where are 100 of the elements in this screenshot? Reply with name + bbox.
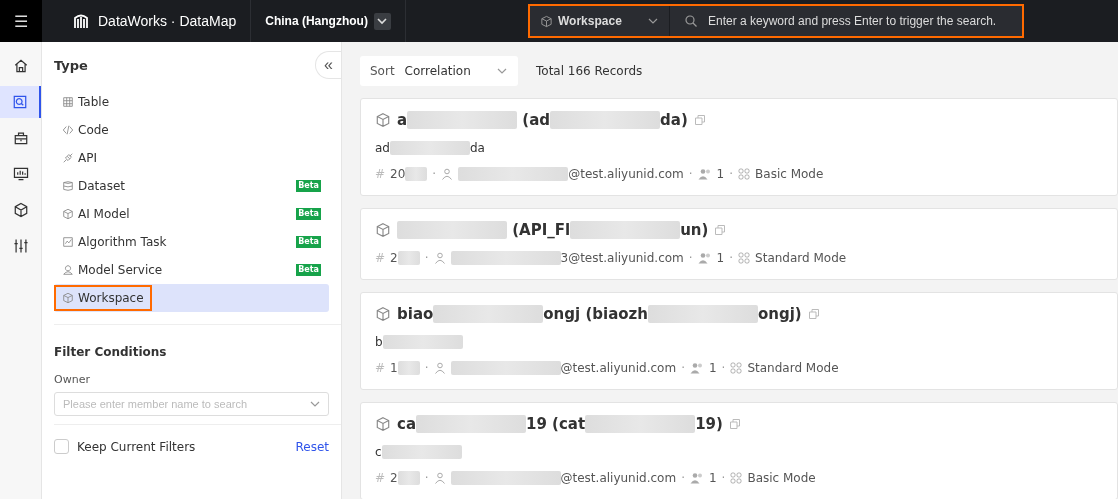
workspace-name: ca 19 (cat 19) — [397, 415, 723, 433]
code-icon — [62, 124, 74, 136]
type-item-label: Workspace — [54, 285, 152, 311]
type-item-label: AI Model — [54, 201, 138, 227]
plug-icon — [62, 152, 74, 164]
workspace-mode: Basic Mode — [755, 167, 824, 181]
type-item-label: API — [54, 145, 105, 171]
hash-mark: # — [375, 167, 386, 181]
product-title: DataWorks · DataMap — [98, 13, 237, 29]
type-item-label: Table — [54, 89, 118, 115]
workspace-mode: Standard Mode — [747, 361, 839, 375]
separator-dot: · — [424, 471, 429, 485]
member-count: 1 — [708, 471, 717, 485]
person-icon — [62, 264, 74, 276]
beta-badge: Beta — [296, 208, 321, 220]
table-icon — [62, 96, 74, 108]
workspace-id: 2 — [390, 471, 420, 485]
type-item-label: Code — [54, 117, 117, 143]
type-item[interactable]: API — [54, 144, 329, 172]
workspace-id: 2 — [390, 251, 420, 265]
type-heading: Type — [54, 57, 88, 73]
separator-dot: · — [688, 167, 693, 181]
grid-icon — [738, 168, 751, 180]
workspace-name: a (ad da) — [397, 111, 688, 129]
type-item-label: Dataset — [54, 173, 133, 199]
owner-select[interactable]: Please enter member name to search — [54, 392, 329, 416]
collapse-button[interactable]: « — [315, 51, 341, 79]
sliders-icon — [11, 237, 30, 255]
workspace-id: 1 — [390, 361, 420, 375]
type-item[interactable]: Code — [54, 116, 329, 144]
people-icon — [689, 362, 704, 374]
reset-link[interactable]: Reset — [295, 439, 329, 454]
beta-badge: Beta — [296, 264, 321, 276]
workspace-description: c — [375, 445, 1103, 459]
separator-dot: · — [424, 361, 429, 375]
member-count: 1 — [716, 251, 725, 265]
type-item[interactable]: Workspace — [54, 284, 329, 312]
result-card[interactable]: (API_Fl un) # 2 · 3@test.aliyunid.com · 1 · Standard Mode — [360, 208, 1118, 280]
person-icon — [433, 472, 446, 484]
owner-email: @test.aliyunid.com — [450, 471, 677, 485]
separator-dot: · — [424, 251, 429, 265]
search-icon — [684, 14, 698, 28]
scope-dropdown[interactable]: Workspace — [530, 6, 670, 36]
record-count: Total 166 Records — [536, 64, 643, 78]
people-icon — [697, 168, 712, 180]
result-card[interactable]: a (ad da) ad da # 20 · @test.aliyunid.com · 1 · Basic Mode — [360, 98, 1118, 196]
person-icon — [433, 362, 446, 374]
type-item[interactable]: Dataset Beta — [54, 172, 329, 200]
owner-email: @test.aliyunid.com — [450, 361, 677, 375]
beta-badge: Beta — [296, 180, 321, 192]
grid-icon — [738, 252, 751, 264]
menu-button[interactable]: ☰ — [0, 0, 42, 42]
people-icon — [697, 252, 712, 264]
workspace-mode: Standard Mode — [755, 251, 847, 265]
grid-icon — [730, 362, 743, 374]
result-card[interactable]: ca 19 (cat 19) c # 2 · @test.aliyunid.com · 1 · Basic Mode — [360, 402, 1118, 499]
hash-mark: # — [375, 361, 386, 375]
hash-mark: # — [375, 471, 386, 485]
separator-dot: · — [432, 167, 437, 181]
cube-icon — [540, 14, 553, 28]
workspace-mode: Basic Mode — [747, 471, 816, 485]
workspace-id: 20 — [390, 167, 428, 181]
separator-dot: · — [721, 471, 726, 485]
type-item-label: Model Service — [54, 257, 171, 283]
sort-dropdown[interactable]: Sort Correlation — [360, 56, 518, 86]
cube-icon — [375, 306, 391, 322]
person-icon — [441, 168, 454, 180]
keep-filters-checkbox[interactable] — [54, 439, 69, 454]
owner-label: Owner — [54, 373, 91, 386]
type-item-label: Algorithm Task — [54, 229, 175, 255]
result-card[interactable]: biao ongj (biaozh ongj) b # 1 · @test.aliyunid.com · 1 · Standard Mode — [360, 292, 1118, 390]
type-item[interactable]: AI Model Beta — [54, 200, 329, 228]
keep-filters-label: Keep Current Filters — [77, 439, 197, 454]
separator-dot: · — [688, 251, 693, 265]
type-item[interactable]: Model Service Beta — [54, 256, 329, 284]
owner-email: @test.aliyunid.com — [458, 167, 684, 181]
cube-icon — [375, 112, 391, 128]
grid-icon — [730, 472, 743, 484]
separator-dot: · — [681, 361, 685, 375]
region-label: China (Hangzhou) — [265, 14, 368, 28]
hash-mark: # — [375, 251, 386, 265]
cube-icon — [62, 292, 74, 304]
search-field[interactable]: Enter a keyword and press Enter to trigger the search. — [670, 6, 1022, 36]
chart-icon — [62, 236, 74, 248]
type-item[interactable]: Table — [54, 88, 329, 116]
workspace-name: biao ongj (biaozh ongj) — [397, 305, 802, 323]
member-count: 1 — [716, 167, 725, 181]
workspace-description: ad da — [375, 141, 486, 155]
chart-monitor-icon — [11, 165, 30, 183]
filter-heading: Filter Conditions — [54, 345, 168, 359]
workspace-name: (API_Fl un) — [397, 221, 709, 239]
separator-dot: · — [729, 251, 734, 265]
type-item[interactable]: Algorithm Task Beta — [54, 228, 329, 256]
person-icon — [433, 252, 446, 264]
region-dropdown-button[interactable] — [373, 12, 391, 30]
separator-dot: · — [729, 167, 734, 181]
member-count: 1 — [708, 361, 717, 375]
owner-email: 3@test.aliyunid.com — [450, 251, 684, 265]
separator-dot: · — [721, 361, 726, 375]
workspace-description: b — [375, 335, 1103, 349]
